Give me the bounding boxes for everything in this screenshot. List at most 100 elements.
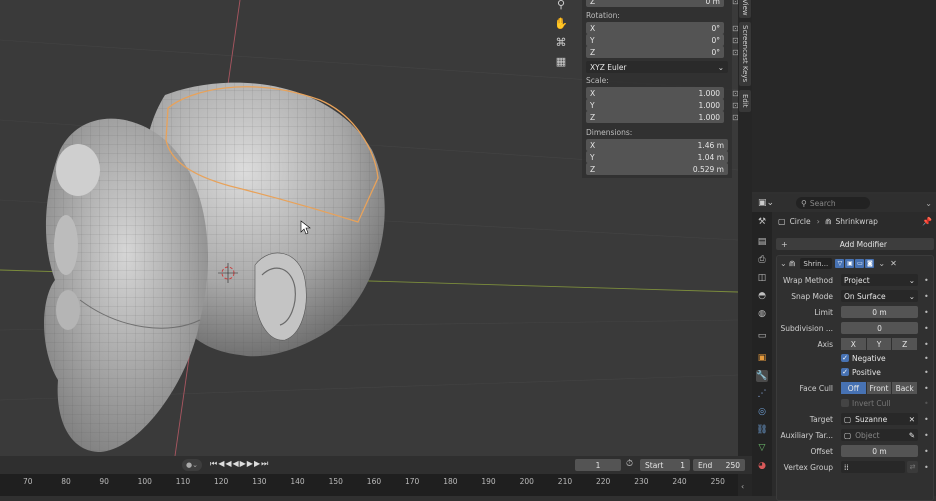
constraints-icon[interactable]: ⛓ [756,424,768,436]
suzanne-mesh[interactable] [44,82,385,453]
keyframe-dot-icon[interactable]: • [924,399,929,408]
rotation-y-field[interactable]: Y 0° ⊡ [586,34,738,46]
zoom-icon[interactable]: ⚲ [553,0,569,12]
keyframe-dot-icon[interactable]: • [924,463,929,472]
keyframe-dot-icon[interactable]: • [924,415,929,424]
collection-icon[interactable]: ▭ [756,330,768,342]
tool-icon[interactable]: ⚒ [756,216,768,228]
output-icon[interactable]: ⎙ [756,254,768,266]
dimensions-z-field[interactable]: Z 0.529 m [586,163,728,175]
current-frame-field[interactable]: 1 [575,459,621,471]
edit-mode-icon[interactable]: ▣ [845,259,855,268]
face-cull-back-option[interactable]: Back [892,382,918,394]
dimensions-y-field[interactable]: Y 1.04 m [586,151,728,163]
scale-y-field[interactable]: Y 1.000 ⊡ [586,99,738,111]
playback-controls[interactable]: ⏮◀◀◀▶▶▶⏭ [210,459,269,469]
frame-ruler[interactable]: 70 80 90 100 110 120 130 140 150 160 170 180 190 200 2… [0,474,738,496]
start-frame-field[interactable]: Start 1 [640,459,690,471]
on-cage-icon[interactable]: ▽ [835,259,845,268]
chevron-down-icon[interactable]: ⌄ [925,199,932,208]
chevron-down-icon: ⌄ [908,275,915,285]
add-modifier-button[interactable]: + Add Modifier [776,238,934,250]
particles-icon[interactable]: ⋰ [756,388,768,400]
end-frame-field[interactable]: End 250 [693,459,745,471]
grid-ortho-icon[interactable]: ▦ [553,53,569,69]
tab-edit[interactable]: Edit [739,90,751,112]
frame-tick-label: 80 [61,477,71,486]
keyframe-dot-icon[interactable]: • [924,431,929,440]
invert-vertex-group-icon[interactable]: ⇄ [907,461,918,473]
keyframe-dot-icon[interactable]: • [924,354,929,363]
wrap-method-dropdown[interactable]: Project ⌄ [841,274,918,286]
editor-type-icon[interactable]: ▣⌄ [758,198,774,208]
auto-keying-icon[interactable]: ●⌄ [182,459,202,471]
keyframe-dot-icon[interactable]: • [924,308,929,317]
rotation-x-field[interactable]: X 0° ⊡ [586,22,738,34]
pin-icon[interactable]: 📌 [922,217,932,226]
keyframe-dot-icon[interactable]: • [924,340,929,349]
keyframe-dot-icon[interactable]: • [924,447,929,456]
scale-x-field[interactable]: X 1.000 ⊡ [586,87,738,99]
view-layer-icon[interactable]: ◫ [756,272,768,284]
tab-screencast-keys[interactable]: Screencast Keys [739,22,751,86]
positive-checkbox[interactable]: ✓ Positive [841,368,881,377]
keyframe-dot-icon[interactable]: • [924,368,929,377]
sidebar-transform-panel: Z0 m ⊡ Rotation: X 0° ⊡ Y 0° ⊡ Z 0° ⊡ XYZ Euler… [582,0,738,178]
hand-pan-icon[interactable]: ✋ [553,15,569,31]
data-icon[interactable]: ▽ [756,442,768,454]
location-z-field[interactable]: Z0 m ⊡ [586,0,738,7]
axis-z-toggle[interactable]: Z [892,338,918,350]
limit-field[interactable]: 0 m [841,306,918,318]
search-icon: ⚲ [801,198,807,208]
target-field[interactable]: ▢ Suzanne ✕ [841,413,918,425]
keyframe-dot-icon[interactable]: • [924,292,929,301]
world-icon[interactable]: ◍ [756,308,768,320]
rotation-label: Rotation: [586,11,620,20]
dimensions-x-field[interactable]: X 1.46 m [586,139,728,151]
3d-viewport[interactable]: ⚲ ✋ ⌘ ▦ Z0 m ⊡ Rotation: X 0° ⊡ Y 0° ⊡ Z 0° ⊡ X… [0,0,738,456]
snap-mode-dropdown[interactable]: On Surface ⌄ [841,290,918,302]
render-icon[interactable]: ▤ [756,236,768,248]
rotation-z-field[interactable]: Z 0° ⊡ [586,46,738,58]
vertex-group-field[interactable]: ⁞⁞ [841,461,905,473]
object-icon: ▢ [844,414,852,424]
physics-icon[interactable]: ◎ [756,406,768,418]
object-icon[interactable]: ▣ [756,352,768,364]
auxiliary-target-field[interactable]: ▢ Object ✎ [841,429,918,441]
tab-view[interactable]: View [739,0,751,18]
axis-x-toggle[interactable]: X [841,338,866,350]
modifier-name-field[interactable]: Shrin... [800,258,833,269]
clear-icon[interactable]: ✕ [909,415,915,424]
chevron-down-icon[interactable]: ⌄ [878,259,885,268]
scene-icon[interactable]: ◓ [756,290,768,302]
vertex-group-icon: ⁞⁞ [844,462,849,472]
face-cull-off-option[interactable]: Off [841,382,866,394]
collapse-chevron-icon[interactable]: ⌄ [780,259,787,268]
scale-z-field[interactable]: Z 1.000 ⊡ [586,111,738,123]
stopwatch-icon[interactable]: ⏱ [626,459,633,469]
camera-view-icon[interactable]: ⌘ [553,34,569,50]
keyframe-dot-icon[interactable]: • [924,384,929,393]
axis-y-toggle[interactable]: Y [866,338,892,350]
sidebar-tabs: View Screencast Keys Edit ‹ [738,0,752,496]
subdivision-field[interactable]: 0 [841,322,918,334]
chevron-down-icon: ⌄ [717,62,724,72]
modifier-wrench-icon[interactable]: 🔧 [756,370,768,382]
keyframe-dot-icon[interactable]: • [924,324,929,333]
invert-cull-row: Invert Cull • [777,396,936,410]
invert-cull-checkbox[interactable]: Invert Cull [841,399,891,408]
material-icon[interactable]: ◕ [756,460,768,472]
keyframe-dot-icon[interactable]: • [924,276,929,285]
close-icon[interactable]: ✕ [890,259,897,268]
search-input[interactable]: ⚲ Search [796,197,871,209]
offset-field[interactable]: 0 m [841,445,918,457]
chevron-left-icon[interactable]: ‹ [741,482,744,491]
frame-tick-label: 190 [481,477,496,486]
negative-checkbox[interactable]: ✓ Negative [841,354,886,363]
wrap-method-row: Wrap Method Project ⌄ • [782,274,929,286]
render-camera-icon[interactable]: ◙ [865,259,875,268]
viewport-display-icon[interactable]: ▭ [855,259,865,268]
eyedropper-icon[interactable]: ✎ [909,431,915,440]
rotation-mode-dropdown[interactable]: XYZ Euler ⌄ [586,61,728,73]
face-cull-front-option[interactable]: Front [866,382,892,394]
